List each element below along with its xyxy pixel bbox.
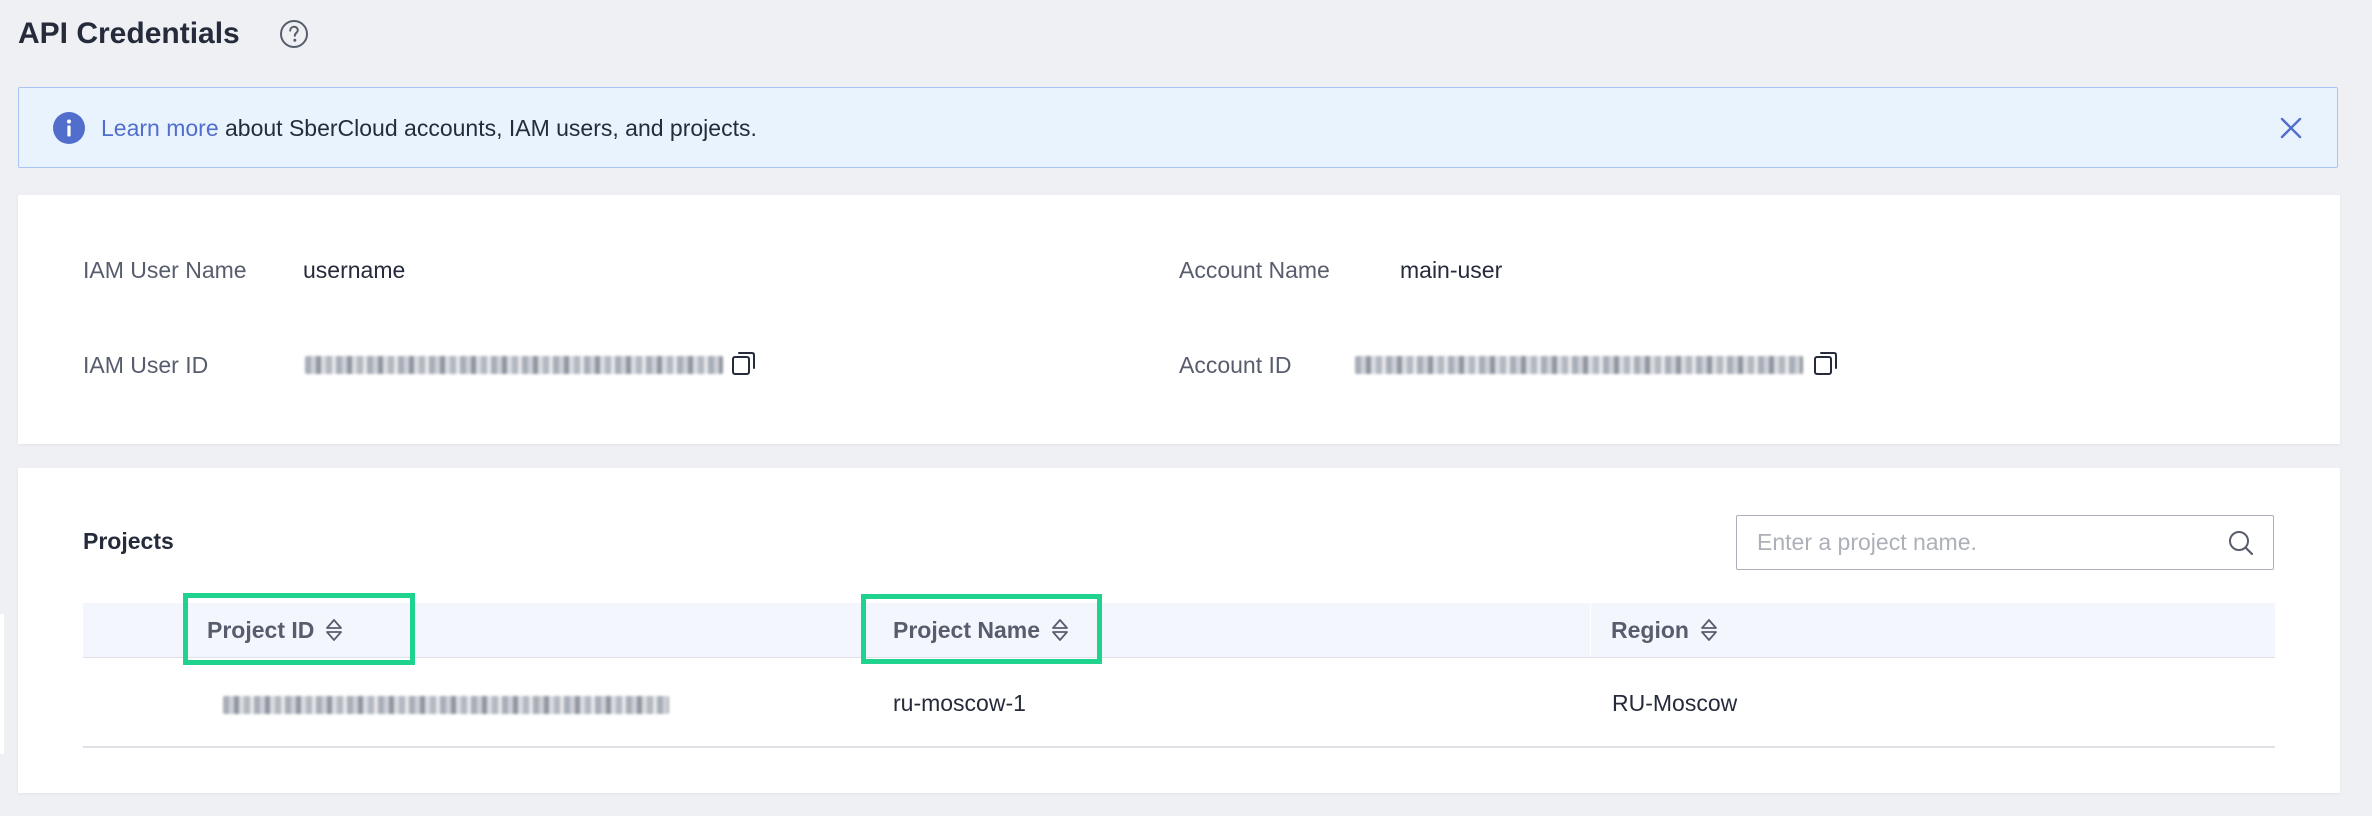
search-icon[interactable]	[2227, 529, 2255, 557]
page-title: API Credentials	[18, 17, 240, 50]
project-search-input[interactable]	[1757, 516, 2217, 569]
projects-section-title: Projects	[83, 528, 174, 554]
left-edge-strip	[0, 614, 4, 754]
project-search-box	[1736, 515, 2274, 570]
iam-user-id-value-redacted	[305, 356, 723, 374]
region-cell: RU-Moscow	[1612, 690, 1738, 716]
projects-card: Projects Project ID Project Name	[18, 468, 2340, 793]
copy-icon[interactable]	[1813, 350, 1839, 376]
table-row: ru-moscow-1 RU-Moscow	[83, 658, 2275, 748]
column-header-label: Region	[1611, 617, 1689, 643]
info-circle-icon	[53, 112, 85, 144]
project-name-cell: ru-moscow-1	[893, 690, 1026, 716]
user-info-card: IAM User Name username IAM User ID Accou…	[18, 195, 2340, 444]
highlight-box-project-id	[183, 593, 415, 665]
account-name-label: Account Name	[1179, 257, 1330, 283]
info-banner: Learn more about SberCloud accounts, IAM…	[18, 87, 2338, 168]
banner-text: about SberCloud accounts, IAM users, and…	[218, 115, 757, 141]
copy-icon[interactable]	[731, 350, 757, 376]
highlight-box-project-name	[861, 594, 1102, 664]
iam-user-name-value: username	[303, 257, 406, 283]
iam-user-id-label: IAM User ID	[83, 352, 209, 378]
sort-icon[interactable]	[1699, 616, 1719, 644]
column-divider	[1590, 603, 1591, 657]
account-id-label: Account ID	[1179, 352, 1292, 378]
column-header-region[interactable]: Region	[1611, 615, 1719, 646]
account-name-value: main-user	[1400, 257, 1503, 283]
close-icon[interactable]	[2277, 114, 2305, 142]
learn-more-link[interactable]: Learn more	[101, 115, 219, 141]
question-circle-icon[interactable]	[279, 19, 309, 49]
account-id-value-redacted	[1355, 356, 1803, 374]
api-credentials-page: API Credentials Learn more about SberClo…	[0, 0, 2372, 816]
project-id-value-redacted	[223, 696, 669, 714]
iam-user-name-label: IAM User Name	[83, 257, 247, 283]
banner-message: Learn more about SberCloud accounts, IAM…	[101, 113, 757, 143]
